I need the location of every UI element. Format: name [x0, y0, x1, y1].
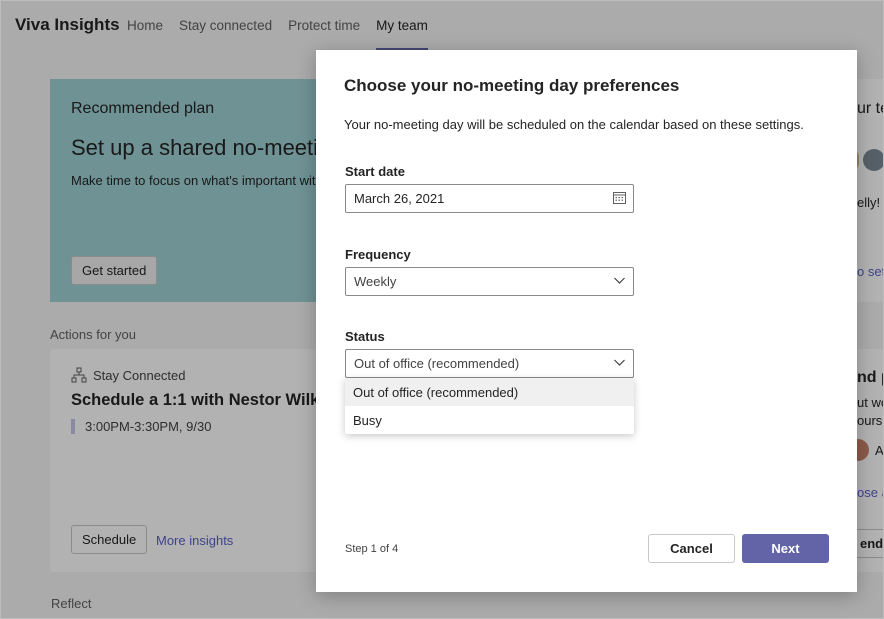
dialog-description: Your no-meeting day will be scheduled on… [344, 117, 804, 132]
start-date-label: Start date [345, 164, 405, 179]
chevron-down-icon [614, 359, 625, 366]
status-option-busy[interactable]: Busy [345, 406, 634, 434]
frequency-label: Frequency [345, 247, 411, 262]
dialog-title: Choose your no-meeting day preferences [344, 76, 680, 95]
start-date-value: March 26, 2021 [354, 191, 445, 206]
preferences-dialog: Choose your no-meeting day preferences Y… [316, 50, 857, 592]
status-dropdown: Out of office (recommended) Busy [345, 378, 634, 434]
step-indicator: Step 1 of 4 [345, 543, 399, 555]
frequency-select[interactable]: Weekly [345, 267, 634, 296]
start-date-field[interactable]: March 26, 2021 [345, 184, 634, 213]
status-value: Out of office (recommended) [354, 356, 520, 371]
chevron-down-icon [614, 277, 625, 284]
calendar-icon[interactable] [613, 191, 626, 204]
cancel-button[interactable]: Cancel [648, 534, 735, 563]
app-window: Viva Insights Home Stay connected Protec… [0, 0, 884, 619]
status-label: Status [345, 329, 385, 344]
status-select[interactable]: Out of office (recommended) [345, 349, 634, 378]
next-button[interactable]: Next [742, 534, 829, 563]
frequency-value: Weekly [354, 274, 397, 289]
status-option-out-of-office[interactable]: Out of office (recommended) [345, 378, 634, 406]
